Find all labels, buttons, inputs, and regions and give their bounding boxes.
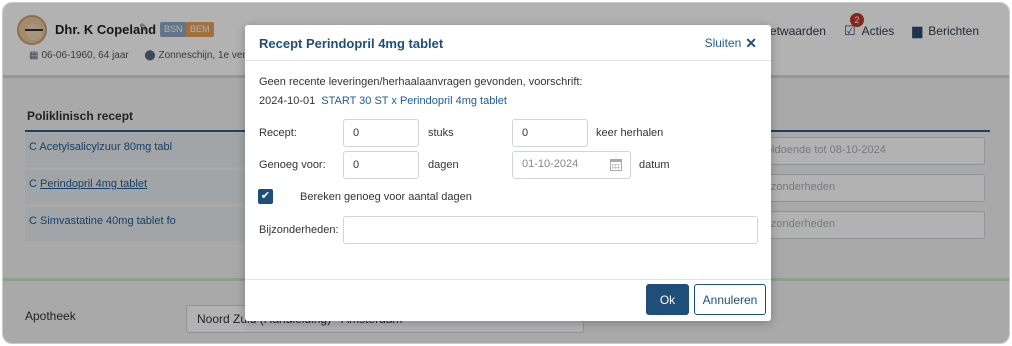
genoeg-voor-label: Genoeg voor: — [259, 159, 326, 171]
details-input[interactable] — [343, 216, 758, 244]
dialog-footer: Ok Annuleren — [245, 279, 771, 321]
close-button[interactable]: Sluiten ✕ — [705, 36, 757, 50]
calculate-days-label: Bereken genoeg voor aantal dagen — [300, 191, 472, 203]
info-date: 2024-10-01 — [259, 95, 316, 107]
ok-button[interactable]: Ok — [646, 284, 689, 315]
dagen-label: dagen — [428, 159, 459, 171]
days-input[interactable] — [343, 151, 419, 179]
recept-quantity-input[interactable] — [343, 119, 419, 147]
stuks-label: stuks — [428, 127, 454, 139]
close-icon: ✕ — [745, 35, 757, 51]
dialog-header: Recept Perindopril 4mg tablet Sluiten ✕ — [245, 25, 771, 61]
cancel-button[interactable]: Annuleren — [694, 284, 766, 315]
repeat-count-input[interactable] — [512, 119, 588, 147]
calendar-icon[interactable] — [610, 159, 622, 171]
info-text: Geen recente leveringen/herhaalaanvragen… — [259, 76, 583, 88]
dialog-title: Recept Perindopril 4mg tablet — [259, 36, 444, 51]
app-window: Dhr. K Copeland ✎ BSN BEM ▦ 06-06-1960, 6… — [2, 2, 1010, 344]
date-picker[interactable]: 01-10-2024 — [512, 151, 631, 179]
datum-label: datum — [639, 159, 670, 171]
recept-label: Recept: — [259, 127, 297, 139]
close-label: Sluiten — [704, 36, 742, 50]
repeat-label: keer herhalen — [596, 127, 664, 139]
prescription-dialog: Recept Perindopril 4mg tablet Sluiten ✕ … — [245, 25, 771, 321]
info-prescription: 2024-10-01 START 30 ST x Perindopril 4mg … — [259, 95, 507, 107]
date-value: 01-10-2024 — [522, 158, 579, 170]
bijzonderheden-label: Bijzonderheden: — [259, 224, 339, 236]
calculate-days-checkbox[interactable]: ✔ — [258, 189, 273, 204]
prescription-link[interactable]: START 30 ST x Perindopril 4mg tablet — [321, 95, 507, 107]
checkmark-icon: ✔ — [260, 190, 271, 202]
